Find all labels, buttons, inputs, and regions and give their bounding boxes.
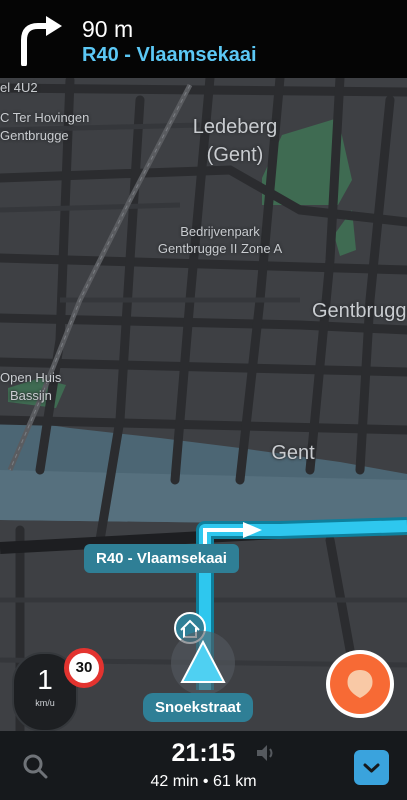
map-label: Gent (271, 442, 315, 464)
trip-info: 42 min • 61 km (150, 773, 257, 790)
turn-right-icon (21, 16, 62, 66)
map-label: Bassijn (10, 388, 52, 403)
map-label: C Ter Hovingen (0, 110, 90, 125)
turn-distance: 90 m (82, 16, 134, 42)
chevron-down-icon (363, 763, 380, 773)
report-icon (347, 670, 373, 698)
instruction-bar[interactable]: 90 m R40 - Vlaamsekaai (0, 0, 407, 78)
speed-limit-sign: 30 (64, 648, 104, 688)
sound-icon[interactable] (255, 743, 277, 763)
route-street-label: R40 - Vlaamsekaai (84, 544, 239, 573)
map-label: (Gent) (206, 144, 264, 166)
next-street-name: R40 - Vlaamsekaai (82, 44, 257, 66)
eta-bar[interactable]: 21:15 42 min • 61 km (0, 731, 407, 800)
current-street-label: Snoekstraat (143, 693, 253, 722)
report-button[interactable] (326, 650, 394, 718)
arrival-time: 21:15 (171, 739, 236, 767)
map-label: Open Huis (0, 370, 62, 385)
map-label: Gentbrugge (0, 128, 69, 143)
map-label: Gentbrugge II Zone A (157, 241, 283, 256)
map-label: Gentbrugge (312, 300, 407, 322)
map-label: Ledeberg (192, 116, 278, 138)
menu-button[interactable] (354, 750, 389, 785)
speed-unit: km/u (35, 698, 55, 708)
map-label: Bedrijvenpark (180, 224, 260, 239)
map-label: el 4U2 (0, 80, 38, 95)
